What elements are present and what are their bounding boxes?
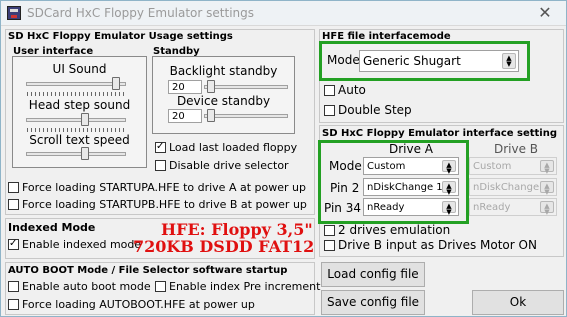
device-standby-value[interactable]: 20 [168,109,202,123]
ui-sound-slider[interactable] [112,77,120,90]
checkbox-icon [324,239,335,251]
row-mode-label: Mode [329,159,362,173]
dropdown-arrows-icon: ▲ ▼ [540,181,554,195]
device-standby-slider[interactable] [207,109,215,122]
drive-b-pin2-select: nDiskChange 1 ▲ ▼ [469,178,557,196]
drive-b-motor-on-checkbox[interactable]: Drive B input as Drives Motor ON [324,238,537,252]
disable-drive-selector-checkbox[interactable]: Disable drive selector [155,159,289,172]
enable-index-pre-increment-checkbox[interactable]: Enable index Pre increment [155,280,320,293]
row-pin2-label: Pin 2 [330,181,360,195]
indexed-mode-title: Indexed Mode [8,221,96,234]
drive-a-header: Drive A [389,142,434,156]
checkbox-icon [155,160,166,171]
ui-sound-ticks [27,92,124,96]
ok-button[interactable]: Ok [472,290,564,315]
force-startup-a-checkbox[interactable]: Force loading STARTUPA.HFE to drive A at… [8,181,306,194]
checkbox-icon [8,281,19,292]
backlight-standby-slider[interactable] [207,80,215,93]
load-config-button[interactable]: Load config file [321,262,425,287]
scroll-text-speed-track [26,152,126,156]
hfe-auto-checkbox[interactable]: Auto [324,83,366,97]
device-standby-label: Device standby [176,94,271,108]
force-autoboot-checkbox[interactable]: Force loading AUTOBOOT.HFE at power up [8,298,255,311]
scroll-text-speed-label: Scroll text speed [29,133,130,147]
head-step-sound-ticks [27,128,124,132]
drive-a-mode-select[interactable]: Custom ▲ ▼ [363,157,459,175]
autoboot-title: AUTO BOOT Mode / File Selector software … [8,265,288,276]
checkbox-icon [324,224,335,236]
drive-a-pin34-select[interactable]: nReady ▲ ▼ [363,198,459,216]
drive-b-pin34-select: nReady ▲ ▼ [469,198,557,216]
force-startup-b-checkbox[interactable]: Force loading STARTUPB.HFE to drive B at… [8,198,307,211]
floppy-app-icon [7,6,21,20]
ui-sound-track [26,82,126,86]
drive-b-mode-select: Custom ▲ ▼ [469,157,557,175]
dropdown-arrows-icon: ▲ ▼ [442,201,456,215]
checkbox-icon [8,299,19,310]
window-title: SDCard HxC Floppy Emulator settings [27,6,255,20]
dropdown-arrows-icon: ▲ ▼ [540,201,554,215]
two-drives-checkbox[interactable]: 2 drives emulation [324,223,450,237]
dropdown-arrows-icon: ▲ ▼ [442,181,456,195]
hfe-mode-label: Mode [327,53,360,67]
double-step-checkbox[interactable]: Double Step [324,103,412,117]
annotation-line-2: 720KB DSDD FAT12 [133,237,315,256]
backlight-standby-value[interactable]: 20 [168,80,202,94]
backlight-standby-label: Backlight standby [169,64,278,78]
dropdown-arrows-icon: ▲ ▼ [502,53,516,69]
checkbox-icon [324,104,335,116]
enable-auto-boot-checkbox[interactable]: Enable auto boot mode [8,280,151,293]
ui-sound-label: UI Sound [52,62,107,76]
checkbox-icon [8,182,19,193]
row-pin34-label: Pin 34 [324,201,361,215]
interface-setting-title: SD HxC Floppy Emulator interface setting [322,128,558,139]
save-config-button[interactable]: Save config file [321,290,425,315]
checkbox-icon [8,199,19,210]
checkbox-checked-icon [8,238,19,250]
scroll-text-speed-slider[interactable] [81,147,89,160]
dropdown-arrows-icon: ▲ ▼ [442,160,456,174]
head-step-sound-track [26,118,126,122]
drive-b-header: Drive B [494,142,539,156]
settings-window: SDCard HxC Floppy Emulator settings ✕ SD… [0,0,567,317]
drive-a-pin2-select[interactable]: nDiskChange 1 ▲ ▼ [363,178,459,196]
enable-indexed-mode-checkbox[interactable]: Enable indexed mode [8,238,141,251]
head-step-sound-slider[interactable] [81,113,89,126]
usage-settings-title: SD HxC Floppy Emulator Usage settings [8,31,233,42]
checkbox-checked-icon [155,141,166,153]
checkbox-icon [324,84,335,96]
dropdown-arrows-icon: ▲ ▼ [540,160,554,174]
load-last-checkbox[interactable]: Load last loaded floppy [155,141,297,154]
head-step-sound-label: Head step sound [28,98,131,112]
close-icon[interactable]: ✕ [532,3,558,23]
device-standby-track [204,114,288,118]
hfe-mode-select[interactable]: Generic Shugart ▲ ▼ [359,50,519,72]
checkbox-icon [155,281,166,292]
title-bar: SDCard HxC Floppy Emulator settings ✕ [1,1,566,26]
backlight-standby-track [204,85,288,89]
